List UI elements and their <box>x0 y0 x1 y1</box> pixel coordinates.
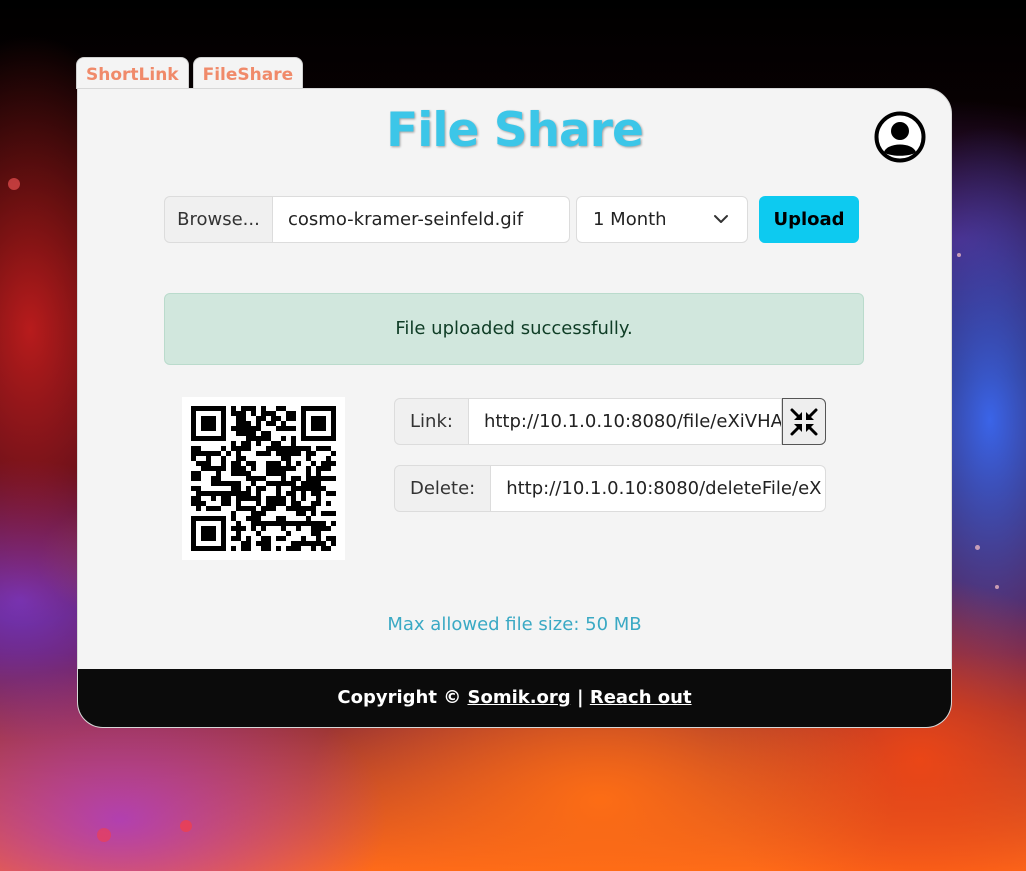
site-link[interactable]: Somik.org <box>467 687 570 708</box>
copyright-text: Copyright © <box>337 687 462 708</box>
file-picker: Browse... cosmo-kramer-seinfeld.gif <box>164 196 570 243</box>
expiry-select[interactable]: 1 Month <box>576 196 748 243</box>
reach-out-link[interactable]: Reach out <box>590 687 692 708</box>
delete-link-field[interactable]: http://10.1.0.10:8080/deleteFile/eX <box>491 465 827 512</box>
expiry-select-value: 1 Month <box>593 209 667 230</box>
tab-fileshare[interactable]: FileShare <box>192 57 304 89</box>
footer-separator: | <box>576 687 584 708</box>
page-title: File Share <box>386 103 644 158</box>
success-alert: File uploaded successfully. <box>164 293 864 365</box>
link-field[interactable]: http://10.1.0.10:8080/file/eXiVHA <box>468 398 782 445</box>
share-link-row: Link: http://10.1.0.10:8080/file/eXiVHA <box>394 398 826 445</box>
top-tabs: ShortLink FileShare <box>76 57 304 89</box>
footer: Copyright © Somik.org | Reach out <box>78 669 951 727</box>
compress-arrows-icon <box>790 408 818 435</box>
main-card: File Share Browse... cosmo-kramer-seinfe… <box>77 88 952 728</box>
link-label: Link: <box>394 398 469 445</box>
tab-shortlink[interactable]: ShortLink <box>76 57 189 89</box>
delete-link-row: Delete: http://10.1.0.10:8080/deleteFile… <box>394 465 827 512</box>
max-file-size-note: Max allowed file size: 50 MB <box>387 614 642 635</box>
upload-button[interactable]: Upload <box>759 196 859 243</box>
browse-button[interactable]: Browse... <box>164 196 273 243</box>
delete-label: Delete: <box>394 465 492 512</box>
chevron-down-icon <box>714 215 728 223</box>
user-circle-icon[interactable] <box>874 111 926 163</box>
shorten-link-button[interactable] <box>781 398 826 445</box>
file-name-field[interactable]: cosmo-kramer-seinfeld.gif <box>273 196 570 243</box>
qr-code <box>182 397 345 560</box>
